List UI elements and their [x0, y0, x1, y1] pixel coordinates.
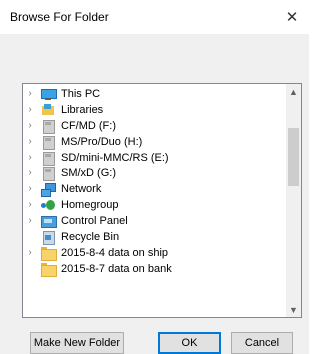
tree-item-control-panel[interactable]: › Control Panel	[23, 213, 288, 229]
close-icon[interactable]: ✕	[275, 0, 309, 34]
tree-item-homegroup[interactable]: › Homegroup	[23, 197, 288, 213]
computer-icon	[41, 88, 57, 100]
tree-item-2015-8-4[interactable]: › 2015-8-4 data on ship	[23, 245, 288, 261]
tree-item-label: 2015-8-4 data on ship	[61, 246, 169, 259]
tree-item-sd-mini-mmc[interactable]: › SD/mini-MMC/RS (E:)	[23, 150, 288, 166]
tree-item-ms-pro-duo[interactable]: › MS/Pro/Duo (H:)	[23, 134, 288, 150]
dialog-title: Browse For Folder	[10, 10, 109, 24]
tree-item-label: MS/Pro/Duo (H:)	[61, 135, 143, 148]
vertical-scrollbar[interactable]: ▲ ▼	[286, 84, 301, 317]
homegroup-icon	[41, 199, 55, 211]
control-panel-icon	[41, 215, 57, 229]
removable-drive-icon	[41, 167, 55, 182]
ok-button[interactable]: OK	[158, 332, 221, 354]
removable-drive-icon	[41, 151, 55, 166]
browse-for-folder-dialog: Browse For Folder ✕ › This PC › Librarie…	[0, 0, 309, 354]
chevron-right-icon[interactable]: ›	[23, 200, 37, 210]
make-new-folder-button[interactable]: Make New Folder	[30, 332, 124, 354]
folder-icon	[41, 246, 57, 261]
tree-item-label: CF/MD (F:)	[61, 119, 116, 132]
tree-item-label: SD/mini-MMC/RS (E:)	[61, 151, 169, 164]
tree-item-2015-8-7[interactable]: 2015-8-7 data on bank	[23, 261, 288, 277]
removable-drive-icon	[41, 135, 55, 150]
tree-item-label: This PC	[61, 87, 101, 100]
chevron-right-icon[interactable]: ›	[23, 104, 37, 115]
recycle-bin-icon	[41, 230, 55, 245]
scroll-down-icon[interactable]: ▼	[286, 302, 301, 317]
tree-item-label: Control Panel	[61, 215, 128, 228]
tree-item-libraries[interactable]: › Libraries	[23, 102, 288, 118]
tree-item-this-pc[interactable]: › This PC	[23, 86, 288, 102]
scroll-up-icon[interactable]: ▲	[286, 84, 301, 99]
tree-item-label: Network	[61, 183, 102, 196]
removable-drive-icon	[41, 119, 55, 134]
libraries-icon	[41, 103, 55, 116]
title-bar: Browse For Folder ✕	[0, 0, 309, 34]
chevron-right-icon[interactable]: ›	[23, 88, 37, 99]
chevron-right-icon[interactable]: ›	[23, 184, 37, 194]
folder-tree-rows: › This PC › Libraries › CF/MD (F:) › MS/…	[23, 86, 288, 277]
tree-item-label: SM/xD (G:)	[61, 167, 116, 180]
tree-item-sm-xd[interactable]: › SM/xD (G:)	[23, 165, 288, 182]
tree-item-label: Homegroup	[61, 199, 119, 212]
tree-item-label: 2015-8-7 data on bank	[61, 262, 172, 275]
chevron-right-icon[interactable]: ›	[23, 152, 37, 163]
chevron-right-icon[interactable]: ›	[23, 247, 37, 258]
network-icon	[41, 183, 56, 198]
tree-item-label: Libraries	[61, 103, 104, 116]
chevron-right-icon[interactable]: ›	[23, 136, 37, 147]
folder-icon	[41, 262, 57, 277]
cancel-button[interactable]: Cancel	[231, 332, 293, 354]
folder-tree[interactable]: › This PC › Libraries › CF/MD (F:) › MS/…	[22, 83, 302, 318]
tree-item-recycle-bin[interactable]: Recycle Bin	[23, 229, 288, 245]
tree-item-cf-md[interactable]: › CF/MD (F:)	[23, 118, 288, 134]
tree-item-label: Recycle Bin	[61, 230, 120, 243]
chevron-right-icon[interactable]: ›	[23, 120, 37, 131]
chevron-right-icon[interactable]: ›	[23, 216, 37, 226]
scrollbar-thumb[interactable]	[288, 128, 299, 186]
chevron-right-icon[interactable]: ›	[23, 168, 37, 178]
tree-item-network[interactable]: › Network	[23, 181, 288, 198]
